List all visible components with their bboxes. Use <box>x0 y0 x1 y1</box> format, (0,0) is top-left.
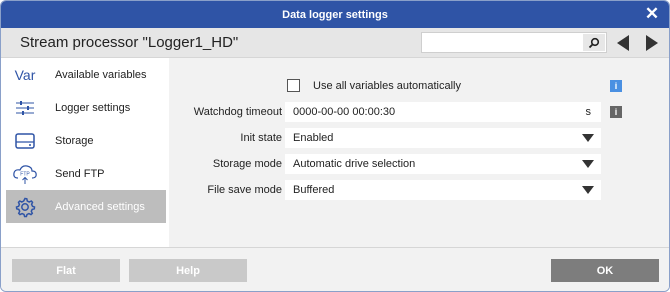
sidebar-item-logger-settings[interactable]: Logger settings <box>6 91 166 124</box>
watchdog-timeout-value: 0000-00-00 00:00:30 <box>293 106 396 118</box>
flat-button[interactable]: Flat <box>12 259 120 282</box>
close-icon[interactable]: ✕ <box>643 5 661 23</box>
footer-bar: Flat Help OK <box>1 247 669 291</box>
cloud-upload-icon: FTP <box>6 163 44 185</box>
search-button[interactable] <box>583 34 605 51</box>
watchdog-timeout-label: Watchdog timeout <box>193 106 282 118</box>
init-state-label: Init state <box>240 132 282 144</box>
header-bar: Stream processor "Logger1_HD" <box>1 28 669 58</box>
sidebar-item-label: Available variables <box>55 68 147 81</box>
sidebar-item-label: Storage <box>55 134 94 147</box>
sidebar-item-available-variables[interactable]: Var Available variables <box>6 58 166 91</box>
page-title: Stream processor "Logger1_HD" <box>20 34 239 51</box>
data-logger-dialog: Data logger settings ✕ Stream processor … <box>0 0 670 292</box>
info-icon[interactable]: i <box>610 80 622 92</box>
window-title: Data logger settings <box>282 8 388 21</box>
use-all-variables-label: Use all variables automatically <box>313 80 461 92</box>
file-save-mode-select[interactable]: Buffered <box>285 180 601 200</box>
sidebar-item-advanced-settings[interactable]: Advanced settings <box>6 190 166 223</box>
sidebar-item-storage[interactable]: Storage <box>6 124 166 157</box>
watchdog-timeout-field[interactable]: 0000-00-00 00:00:30 s <box>285 102 601 122</box>
file-save-mode-label: File save mode <box>207 184 282 196</box>
advanced-settings-panel: Use all variables automatically i Watchd… <box>169 58 669 247</box>
init-state-select[interactable]: Enabled <box>285 128 601 148</box>
dropdown-arrow-icon <box>582 160 594 168</box>
var-icon: Var <box>14 66 36 83</box>
sidebar-item-send-ftp[interactable]: FTP Send FTP <box>6 157 166 190</box>
dropdown-arrow-icon <box>582 186 594 194</box>
ftp-text: FTP <box>20 171 30 177</box>
ok-button[interactable]: OK <box>551 259 659 282</box>
search-input[interactable] <box>421 32 607 53</box>
use-all-variables-checkbox[interactable] <box>287 79 300 92</box>
sliders-icon <box>6 100 44 116</box>
storage-mode-label: Storage mode <box>212 158 282 170</box>
sidebar: Var Available variables Logger settings <box>1 58 169 247</box>
drive-icon <box>6 132 44 150</box>
sidebar-item-label: Send FTP <box>55 167 105 180</box>
gear-icon <box>6 196 44 218</box>
sidebar-item-label: Logger settings <box>55 101 131 114</box>
info-icon[interactable]: i <box>610 106 622 118</box>
title-bar: Data logger settings ✕ <box>1 1 669 28</box>
storage-mode-value: Automatic drive selection <box>293 158 416 170</box>
sidebar-item-label: Advanced settings <box>55 200 145 213</box>
watchdog-unit: s <box>585 106 592 118</box>
storage-mode-select[interactable]: Automatic drive selection <box>285 154 601 174</box>
file-save-mode-value: Buffered <box>293 184 335 196</box>
init-state-value: Enabled <box>293 132 334 144</box>
next-arrow-icon[interactable] <box>646 35 658 51</box>
search-icon <box>588 37 600 48</box>
dropdown-arrow-icon <box>582 134 594 142</box>
help-button[interactable]: Help <box>129 259 247 282</box>
previous-arrow-icon[interactable] <box>617 35 629 51</box>
